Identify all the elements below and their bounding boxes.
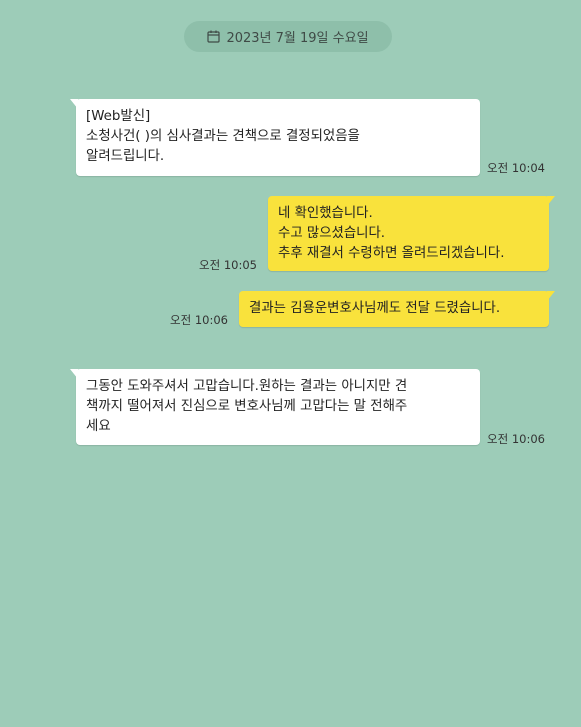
message-line: 알려드립니다. — [86, 149, 165, 164]
calendar-icon — [207, 30, 221, 43]
message-timestamp: 오전 10:05 — [199, 258, 257, 272]
message-line: 세요 — [86, 419, 111, 434]
message-bubble-outgoing[interactable]: 네 확인했습니다. 수고 많으셨습니다. 추후 재결서 수령하면 올려드리겠습니… — [268, 196, 555, 271]
message-line: 책까지 떨어져서 진심으로 변호사님께 고맙다는 말 전해주 — [86, 399, 408, 414]
message-line: 소청사건( )의 심사결과는 견책으로 결정되었음을 — [86, 129, 360, 144]
message-timestamp: 오전 10:06 — [487, 432, 545, 446]
message-timestamp: 오전 10:04 — [487, 161, 545, 175]
message-line: 그동안 도와주셔서 고맙습니다.원하는 결과는 아니지만 견 — [86, 379, 408, 394]
date-separator-text: 2023년 7월 19일 수요일 — [226, 31, 369, 46]
date-separator: 2023년 7월 19일 수요일 — [184, 21, 392, 52]
message-line: 네 확인했습니다. — [278, 206, 373, 221]
message-line: 수고 많으셨습니다. — [278, 226, 386, 241]
message-line: 결과는 김용운변호사님께도 전달 드렸습니다. — [249, 301, 501, 316]
message-line: [Web발신] — [86, 109, 151, 124]
message-timestamp: 오전 10:06 — [170, 313, 228, 327]
message-line: 추후 재결서 수령하면 올려드리겠습니다. — [278, 246, 505, 261]
message-bubble-outgoing[interactable]: 결과는 김용운변호사님께도 전달 드렸습니다. — [239, 291, 555, 327]
message-bubble-incoming[interactable]: 그동안 도와주셔서 고맙습니다.원하는 결과는 아니지만 견 책까지 떨어져서 … — [70, 369, 480, 445]
message-bubble-incoming[interactable]: [Web발신] 소청사건( )의 심사결과는 견책으로 결정되었음을 알려드립니… — [70, 99, 480, 176]
